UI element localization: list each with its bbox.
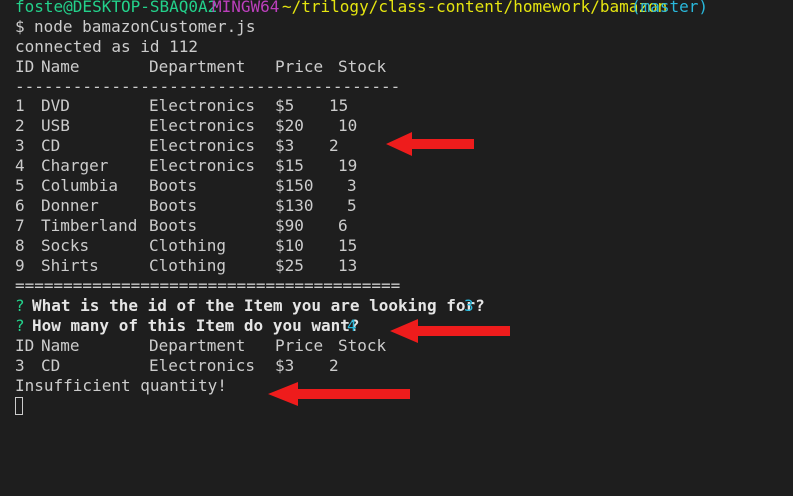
arrow-left-icon — [268, 382, 410, 406]
row-stock: 15 — [338, 236, 358, 255]
row-price: $15 — [275, 156, 304, 175]
row-department: Boots — [149, 216, 198, 235]
row-department: Electronics — [149, 96, 255, 115]
row-price: $150 — [275, 176, 314, 195]
row-stock: 10 — [338, 116, 358, 135]
header-name: Name — [41, 57, 80, 76]
row-id: 3 — [15, 356, 25, 375]
table-row: 1 DVD Electronics $5 15 — [15, 96, 348, 116]
table-row: 9 Shirts Clothing $25 13 — [15, 256, 357, 276]
user-host: foste@DESKTOP-SBAQ0A2 — [15, 0, 218, 16]
row-name: Shirts — [41, 256, 99, 275]
dash-divider: ---------------------------------------- — [15, 77, 401, 96]
header-id: ID — [15, 336, 35, 355]
answer-text: 3 — [464, 296, 474, 315]
row-id: 5 — [15, 176, 25, 195]
arrow-left-icon — [386, 132, 474, 156]
row-name: USB — [41, 116, 70, 135]
table-row: 5 Columbia Boots $150 3 — [15, 176, 357, 196]
row-name: Donner — [41, 196, 99, 215]
row-department: Clothing — [149, 256, 227, 275]
git-branch: (master) — [631, 0, 709, 16]
row-id: 4 — [15, 156, 25, 175]
table-row: 2 USB Electronics $20 10 — [15, 116, 357, 136]
question-mark: ? — [15, 316, 25, 335]
table-header: ID Name Department Price Stock — [15, 57, 386, 77]
table-row: 3 CD Electronics $3 2 — [15, 136, 339, 156]
row-id: 2 — [15, 116, 25, 135]
row-department: Boots — [149, 176, 198, 195]
question-id: ? What is the id of the Item you are loo… — [15, 296, 485, 316]
row-department: Electronics — [149, 136, 255, 155]
row-department: Boots — [149, 196, 198, 215]
row-name: Charger — [41, 156, 109, 175]
row-price: $3 — [275, 356, 295, 375]
header-stock: Stock — [338, 57, 387, 76]
table-row: 8 Socks Clothing $10 15 — [15, 236, 357, 256]
row-name: DVD — [41, 96, 70, 115]
command-line: $ node bamazonCustomer.js — [15, 17, 256, 37]
row-price: $130 — [275, 196, 314, 215]
table-row: 4 Charger Electronics $15 19 — [15, 156, 357, 176]
shell-dollar: $ — [15, 17, 25, 36]
row-price: $5 — [275, 96, 295, 115]
row-id: 1 — [15, 96, 25, 115]
terminal[interactable]: foste@DESKTOP-SBAQ0A2 MINGW64 ~/trilogy/… — [0, 0, 793, 419]
equals-divider: ======================================== — [15, 276, 401, 295]
row-stock: 3 — [347, 176, 357, 195]
row-id: 7 — [15, 216, 25, 235]
row-stock: 19 — [338, 156, 358, 175]
connected-text: connected as id 112 — [15, 37, 199, 56]
row-price: $90 — [275, 216, 304, 235]
row-price: $3 — [275, 136, 295, 155]
header-price: Price — [275, 57, 324, 76]
header-department: Department — [149, 57, 246, 76]
row-name: Timberland — [41, 216, 138, 235]
shell-name: MINGW64 — [212, 0, 280, 16]
header-name: Name — [41, 336, 80, 355]
header-price: Price — [275, 336, 324, 355]
row-department: Electronics — [149, 116, 255, 135]
question-mark: ? — [15, 296, 25, 315]
row-stock: 2 — [329, 356, 339, 375]
header-department: Department — [149, 336, 246, 355]
table-header: ID Name Department Price Stock — [15, 336, 386, 356]
result-message: Insufficient quantity! — [15, 376, 227, 395]
row-stock: 15 — [329, 96, 349, 115]
row-department: Electronics — [149, 156, 255, 175]
row-price: $25 — [275, 256, 304, 275]
row-stock: 2 — [329, 136, 339, 155]
table-row: 7 Timberland Boots $90 6 — [15, 216, 348, 236]
row-id: 9 — [15, 256, 25, 275]
cwd-path: ~/trilogy/class-content/homework/bamazon — [282, 0, 668, 16]
row-stock: 5 — [347, 196, 357, 215]
question-text: How many of this Item do you want? — [32, 316, 360, 335]
row-price: $20 — [275, 116, 304, 135]
command-text: node bamazonCustomer.js — [34, 17, 256, 36]
question-quantity: ? How many of this Item do you want? 4 — [15, 316, 360, 336]
row-price: $10 — [275, 236, 304, 255]
row-department: Clothing — [149, 236, 227, 255]
selected-row: 3 CD Electronics $3 2 — [15, 356, 339, 376]
header-id: ID — [15, 57, 35, 76]
row-name: CD — [41, 356, 61, 375]
table-row: 6 Donner Boots $130 5 — [15, 196, 357, 216]
row-id: 8 — [15, 236, 25, 255]
header-stock: Stock — [338, 336, 387, 355]
question-text: What is the id of the Item you are looki… — [32, 296, 485, 315]
arrow-left-icon — [390, 319, 510, 343]
row-stock: 13 — [338, 256, 358, 275]
row-id: 3 — [15, 136, 25, 155]
row-id: 6 — [15, 196, 25, 215]
row-name: Columbia — [41, 176, 119, 195]
row-department: Electronics — [149, 356, 255, 375]
row-name: CD — [41, 136, 61, 155]
prompt-line: foste@DESKTOP-SBAQ0A2 MINGW64 ~/trilogy/… — [15, 0, 708, 17]
row-stock: 6 — [338, 216, 348, 235]
text-cursor — [15, 397, 23, 415]
answer-text: 4 — [347, 316, 357, 335]
row-name: Socks — [41, 236, 90, 255]
